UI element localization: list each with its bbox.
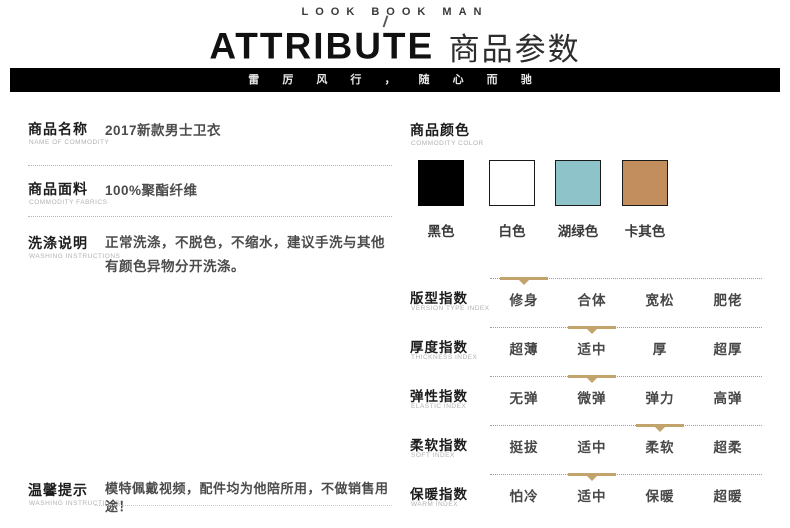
- index-option: 宽松: [626, 289, 694, 309]
- index-options: 无弹 微弹 弹力 高弹: [490, 376, 762, 420]
- index-options: 超薄 适中 厚 超厚: [490, 327, 762, 371]
- dotted-line: [490, 474, 762, 475]
- index-label: 柔软指数: [410, 434, 468, 454]
- index-options: 怕冷 适中 保暖 超暖: [490, 474, 762, 518]
- row-value: 100%聚酯纤维: [105, 179, 395, 203]
- row-label: 洗涤说明: [28, 233, 88, 253]
- dotted-line: [490, 278, 762, 279]
- selection-marker: [568, 473, 616, 476]
- swatch-label: 黑色: [408, 220, 474, 240]
- color-swatch-lakegreen: [555, 160, 601, 206]
- index-label: 保暖指数: [410, 483, 468, 503]
- index-row-warmth: 保暖指数 WARM INDEX 怕冷 适中 保暖 超暖: [410, 474, 762, 518]
- index-option: 保暖: [626, 485, 694, 505]
- selection-marker: [568, 326, 616, 329]
- selection-marker: [500, 277, 548, 280]
- index-row-thickness: 厚度指数 THICKNESS INDEX 超薄 适中 厚 超厚: [410, 327, 762, 371]
- dotted-line: [490, 376, 762, 377]
- row-label: 温馨提示: [28, 480, 88, 500]
- index-sublabel: VERSION TYPE INDEX: [411, 305, 490, 312]
- dotted-separator: [28, 216, 392, 217]
- index-option: 适中: [558, 485, 626, 505]
- dotted-line: [490, 425, 762, 426]
- index-sublabel: ELASTIC INDEX: [411, 403, 466, 410]
- section-label: 商品颜色: [410, 120, 470, 140]
- section-sublabel: COMMODITY COLOR: [411, 140, 484, 147]
- row-value: 正常洗涤，不脱色，不缩水，建议手洗与其他有颜色异物分开洗涤。: [105, 231, 395, 279]
- index-options: 挺拔 适中 柔软 超柔: [490, 425, 762, 469]
- color-swatch-white: [489, 160, 535, 206]
- dotted-separator: [95, 505, 392, 506]
- index-label: 版型指数: [410, 287, 468, 307]
- slogan-banner: 雷 厉 风 行 ， 随 心 而 驰: [10, 68, 780, 92]
- row-label: 商品面料: [28, 179, 88, 199]
- index-option: 怕冷: [490, 485, 558, 505]
- index-option: 超暖: [694, 485, 762, 505]
- product-attribute-page: LOOK BOOK MAN / ATTRIBUTE 商品参数 雷 厉 风 行 ，…: [0, 0, 790, 528]
- swatch-label: 卡其色: [612, 220, 678, 240]
- color-swatch-black: [418, 160, 464, 206]
- index-label: 厚度指数: [410, 336, 468, 356]
- row-label: 商品名称: [28, 119, 88, 139]
- selection-marker: [568, 375, 616, 378]
- index-sublabel: WARM INDEX: [411, 501, 458, 508]
- index-option: 无弹: [490, 387, 558, 407]
- swatch-label: 白色: [479, 220, 545, 240]
- index-row-elastic: 弹性指数 ELASTIC INDEX 无弹 微弹 弹力 高弹: [410, 376, 762, 420]
- eyebrow-text: LOOK BOOK MAN: [0, 6, 790, 18]
- index-option: 修身: [490, 289, 558, 309]
- row-value: 2017新款男士卫衣: [105, 119, 395, 143]
- index-option: 超薄: [490, 338, 558, 358]
- index-options: 修身 合体 宽松 肥佬: [490, 278, 762, 322]
- index-option: 挺拔: [490, 436, 558, 456]
- index-option: 弹力: [626, 387, 694, 407]
- page-title: ATTRIBUTE 商品参数: [0, 24, 790, 69]
- row-value: 模特佩戴视频，配件均为他陪所用，不做销售用途！: [105, 480, 397, 516]
- index-option: 柔软: [626, 436, 694, 456]
- index-option: 厚: [626, 338, 694, 358]
- index-option: 肥佬: [694, 289, 762, 309]
- index-option: 超厚: [694, 338, 762, 358]
- index-label: 弹性指数: [410, 385, 468, 405]
- page-title-en: ATTRIBUTE: [209, 26, 434, 67]
- index-option: 合体: [558, 289, 626, 309]
- index-option: 高弹: [694, 387, 762, 407]
- page-title-zh: 商品参数: [449, 32, 581, 67]
- row-sublabel: COMMODITY FABRICS: [29, 199, 107, 206]
- selection-marker: [636, 424, 684, 427]
- color-swatch-khaki: [622, 160, 668, 206]
- index-option: 适中: [558, 338, 626, 358]
- dotted-line: [490, 327, 762, 328]
- index-row-fit: 版型指数 VERSION TYPE INDEX 修身 合体 宽松 肥佬: [410, 278, 762, 322]
- index-option: 适中: [558, 436, 626, 456]
- index-sublabel: THICKNESS INDEX: [411, 354, 477, 361]
- index-option: 微弹: [558, 387, 626, 407]
- index-sublabel: SOFT INDEX: [411, 452, 455, 459]
- dotted-separator: [28, 165, 392, 166]
- index-row-softness: 柔软指数 SOFT INDEX 挺拔 适中 柔软 超柔: [410, 425, 762, 469]
- index-option: 超柔: [694, 436, 762, 456]
- row-sublabel: NAME OF COMMODITY: [29, 139, 109, 146]
- swatch-label: 湖绿色: [545, 220, 611, 240]
